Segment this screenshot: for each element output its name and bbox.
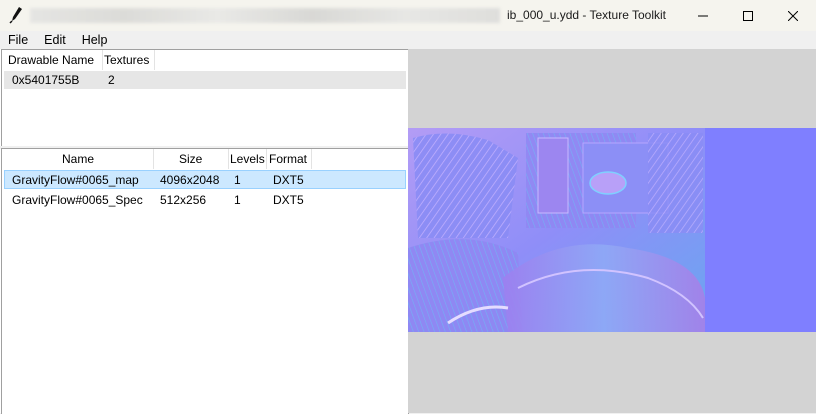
texture-preview-image: [408, 128, 816, 332]
menu-bar: File Edit Help: [0, 31, 816, 49]
texture-levels-cell: 1: [234, 173, 241, 187]
column-divider[interactable]: [228, 149, 229, 169]
texture-size-cell: 512x256: [160, 193, 207, 207]
drawable-name-cell: 0x5401755B: [12, 73, 80, 87]
menu-help[interactable]: Help: [74, 31, 116, 49]
column-header-format[interactable]: Format: [269, 149, 307, 169]
app-icon: [8, 6, 24, 24]
texture-row[interactable]: GravityFlow#0065_Spec 512x256 1 DXT5: [4, 191, 406, 210]
column-header-textures[interactable]: Textures: [104, 50, 149, 70]
column-divider[interactable]: [102, 50, 103, 70]
column-header-name[interactable]: Name: [62, 149, 94, 169]
texture-list[interactable]: Name Size Levels Format GravityFlow#0065…: [1, 148, 409, 414]
drawable-textures-cell: 2: [108, 73, 115, 87]
texture-preview-panel[interactable]: [408, 49, 816, 413]
drawable-list[interactable]: Drawable Name Textures 0x5401755B 2: [1, 49, 409, 148]
minimize-button[interactable]: [680, 0, 726, 31]
texture-name-cell: GravityFlow#0065_map: [12, 173, 139, 187]
normal-map-texture: [408, 128, 816, 332]
column-divider[interactable]: [311, 149, 312, 169]
column-header-levels[interactable]: Levels: [230, 149, 265, 169]
close-button[interactable]: [770, 0, 816, 31]
texture-row-selected[interactable]: GravityFlow#0065_map 4096x2048 1 DXT5: [4, 170, 406, 189]
column-divider[interactable]: [153, 149, 154, 169]
menu-file[interactable]: File: [0, 31, 36, 49]
column-divider[interactable]: [266, 149, 267, 169]
window-title: ib_000_u.ydd - Texture Toolkit: [507, 8, 666, 22]
texture-size-cell: 4096x2048: [160, 173, 220, 187]
menu-edit[interactable]: Edit: [36, 31, 74, 49]
maximize-icon: [743, 10, 753, 21]
maximize-button[interactable]: [725, 0, 771, 31]
title-bar: ib_000_u.ydd - Texture Toolkit: [0, 0, 816, 31]
texture-format-cell: DXT5: [273, 193, 304, 207]
column-header-size[interactable]: Size: [179, 149, 202, 169]
texture-levels-cell: 1: [234, 193, 241, 207]
column-header-drawable-name[interactable]: Drawable Name: [8, 50, 94, 70]
close-icon: [788, 10, 798, 21]
texture-format-cell: DXT5: [273, 173, 304, 187]
texture-name-cell: GravityFlow#0065_Spec: [12, 193, 143, 207]
minimize-icon: [698, 15, 708, 16]
blurred-file-path: [30, 8, 500, 23]
column-divider[interactable]: [154, 50, 155, 70]
drawable-row[interactable]: 0x5401755B 2: [4, 71, 406, 89]
left-panel: Drawable Name Textures 0x5401755B 2 Name…: [0, 49, 409, 414]
